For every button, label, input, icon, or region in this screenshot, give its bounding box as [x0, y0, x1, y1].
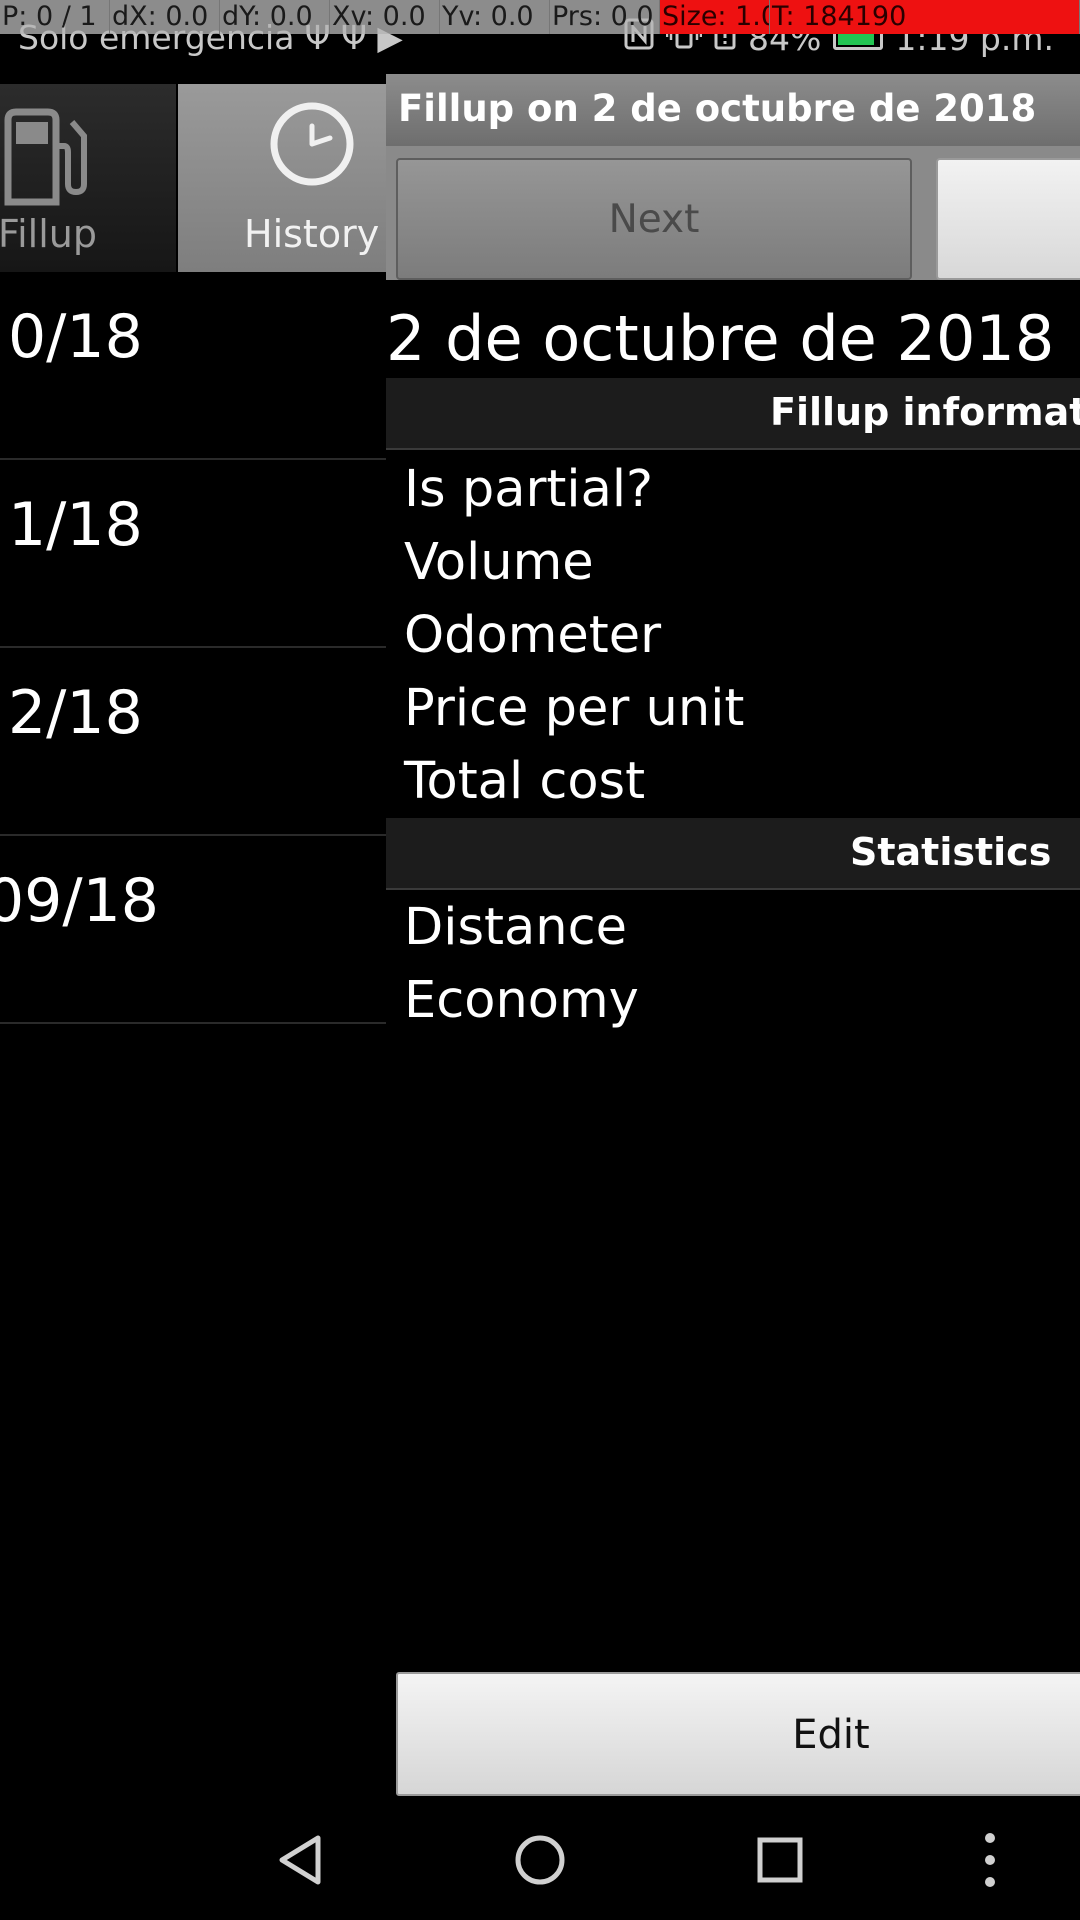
- debug-dx: dX: 0.0: [110, 0, 220, 34]
- edit-button-label: Edit: [792, 1712, 870, 1758]
- debug-xv: Xv: 0.0: [330, 0, 440, 34]
- pointer-debug-overlay: P: 0 / 1 dX: 0.0 dY: 0.0 Xv: 0.0 Yv: 0.0…: [0, 0, 1080, 34]
- history-date: 09/18: [0, 866, 159, 936]
- debug-prs: Prs: 0.0: [550, 0, 660, 34]
- tab-bar: Fillup History: [0, 84, 386, 272]
- previous-button[interactable]: [936, 158, 1080, 280]
- dialog-title-bar: Fillup on 2 de octubre de 2018: [386, 74, 1080, 146]
- overflow-menu-icon[interactable]: [970, 1830, 1010, 1894]
- section-header-fillup-information: Fillup informatio: [386, 378, 1080, 450]
- section-header-statistics: Statistics: [386, 818, 1080, 890]
- edit-button[interactable]: Edit: [396, 1672, 1080, 1796]
- dialog-nav-row: Next: [386, 146, 1080, 280]
- section-title: Fillup informatio: [770, 390, 1080, 434]
- debug-touch: T: 184190: [770, 0, 1080, 34]
- debug-dy: dY: 0.0: [220, 0, 330, 34]
- field-volume: Volume: [404, 533, 594, 592]
- fillup-detail-dialog: Fillup on 2 de octubre de 2018 Next 2 de…: [386, 74, 1080, 1798]
- tab-history-label: History: [244, 212, 380, 256]
- tab-fillup-label: Fillup: [0, 212, 97, 256]
- debug-size: Size: 1.0: [660, 0, 770, 34]
- list-item[interactable]: 0/18: [0, 272, 386, 460]
- history-date: 1/18: [8, 490, 143, 560]
- field-economy: Economy: [404, 971, 639, 1030]
- recents-icon[interactable]: [752, 1830, 808, 1894]
- field-price-per-unit: Price per unit: [404, 679, 745, 738]
- history-date: 0/18: [8, 302, 143, 372]
- list-item[interactable]: 09/18: [0, 836, 386, 1024]
- list-item[interactable]: 2/18: [0, 648, 386, 836]
- debug-pointer: P: 0 / 1: [0, 0, 110, 34]
- field-is-partial: Is partial?: [404, 460, 654, 519]
- next-button[interactable]: Next: [396, 158, 912, 280]
- history-list: 0/18 1/18 2/18 09/18: [0, 272, 386, 1024]
- system-navigation-bar: [0, 1800, 1080, 1920]
- fuel-pump-icon: [2, 106, 90, 210]
- dialog-title: Fillup on 2 de octubre de 2018: [398, 87, 1037, 130]
- home-icon[interactable]: [512, 1830, 568, 1894]
- debug-yv: Yv: 0.0: [440, 0, 550, 34]
- back-icon[interactable]: [272, 1830, 332, 1894]
- tab-fillup[interactable]: Fillup: [0, 84, 178, 272]
- history-date: 2/18: [8, 678, 143, 748]
- field-total-cost: Total cost: [404, 752, 646, 811]
- list-item[interactable]: 1/18: [0, 460, 386, 648]
- clock-icon: [268, 100, 356, 192]
- field-odometer: Odometer: [404, 606, 662, 665]
- fillup-date: 2 de octubre de 2018: [386, 302, 1055, 375]
- tab-history[interactable]: History: [178, 84, 386, 272]
- section-title: Statistics: [850, 830, 1052, 874]
- next-button-label: Next: [608, 196, 700, 242]
- field-distance: Distance: [404, 898, 628, 957]
